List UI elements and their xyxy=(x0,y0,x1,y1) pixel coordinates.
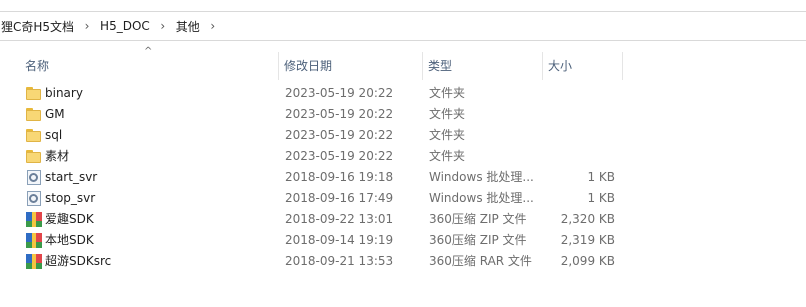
file-type: 360压缩 RAR 文件 xyxy=(429,254,532,268)
file-type: 文件夹 xyxy=(429,86,466,100)
file-size xyxy=(544,146,615,167)
file-date: 2018-09-14 19:19 xyxy=(285,233,394,247)
file-name: sql xyxy=(45,128,63,142)
file-name: 爱趣SDK xyxy=(45,212,94,226)
archive-icon xyxy=(26,233,42,248)
file-type: Windows 批处理... xyxy=(429,170,534,184)
file-size: 1 KB xyxy=(587,191,615,205)
batch-file-icon xyxy=(26,170,42,185)
breadcrumb-label: H5_DOC xyxy=(100,19,150,33)
breadcrumb-item[interactable]: 狸C奇H5文档 xyxy=(0,12,78,40)
file-row[interactable]: 爱趣SDK 2018-09-22 13:01 360压缩 ZIP 文件 2,32… xyxy=(0,209,806,230)
file-row[interactable]: start_svr 2018-09-16 19:18 Windows 批处理..… xyxy=(0,167,806,188)
column-header-name[interactable]: 名称 xyxy=(21,51,278,79)
column-divider[interactable] xyxy=(278,52,279,80)
folder-icon xyxy=(26,149,42,164)
file-name: GM xyxy=(45,107,65,121)
folder-icon xyxy=(26,128,42,143)
file-date: 2023-05-19 20:22 xyxy=(285,86,394,100)
chevron-right-icon[interactable]: › xyxy=(154,19,172,33)
file-type: 360压缩 ZIP 文件 xyxy=(429,233,527,247)
column-header-date[interactable]: 修改日期 xyxy=(280,51,422,79)
archive-icon xyxy=(26,254,42,269)
file-name: stop_svr xyxy=(45,191,96,205)
file-name: start_svr xyxy=(45,170,98,184)
column-divider[interactable] xyxy=(422,52,423,80)
chevron-right-icon[interactable]: › xyxy=(204,19,222,33)
file-size xyxy=(544,125,615,146)
folder-icon xyxy=(26,86,42,101)
file-row[interactable]: binary 2023-05-19 20:22 文件夹 xyxy=(0,83,806,104)
file-row[interactable]: 本地SDK 2018-09-14 19:19 360压缩 ZIP 文件 2,31… xyxy=(0,230,806,251)
file-date: 2018-09-21 13:53 xyxy=(285,254,394,268)
file-date: 2018-09-16 19:18 xyxy=(285,170,394,184)
file-date: 2018-09-22 13:01 xyxy=(285,212,394,226)
file-date: 2023-05-19 20:22 xyxy=(285,149,394,163)
file-row[interactable]: GM 2023-05-19 20:22 文件夹 xyxy=(0,104,806,125)
column-divider[interactable] xyxy=(542,52,543,80)
file-row[interactable]: 素材 2023-05-19 20:22 文件夹 xyxy=(0,146,806,167)
file-date: 2018-09-16 17:49 xyxy=(285,191,394,205)
column-header-type[interactable]: 类型 xyxy=(424,51,542,79)
column-header-size[interactable]: 大小 xyxy=(544,51,622,79)
file-type: 360压缩 ZIP 文件 xyxy=(429,212,527,226)
file-type: 文件夹 xyxy=(429,107,466,121)
column-divider[interactable] xyxy=(622,52,623,80)
file-size xyxy=(544,83,615,104)
archive-icon xyxy=(26,212,42,227)
file-row[interactable]: sql 2023-05-19 20:22 文件夹 xyxy=(0,125,806,146)
file-name: 素材 xyxy=(45,149,70,163)
column-headers: ^ 名称 修改日期 类型 大小 xyxy=(0,46,806,80)
window-top-strip xyxy=(0,0,806,10)
file-type: 文件夹 xyxy=(429,149,466,163)
file-name: binary xyxy=(45,86,83,100)
file-type: Windows 批处理... xyxy=(429,191,534,205)
file-size: 1 KB xyxy=(587,170,615,184)
breadcrumb-label: 狸C奇H5文档 xyxy=(1,19,75,34)
file-date: 2023-05-19 20:22 xyxy=(285,128,394,142)
file-date: 2023-05-19 20:22 xyxy=(285,107,394,121)
breadcrumb-item[interactable]: H5_DOC xyxy=(96,12,154,40)
file-type: 文件夹 xyxy=(429,128,466,142)
file-row[interactable]: stop_svr 2018-09-16 17:49 Windows 批处理...… xyxy=(0,188,806,209)
file-name: 超游SDKsrc xyxy=(45,254,112,268)
file-size: 2,319 KB xyxy=(560,233,615,247)
chevron-right-icon[interactable]: › xyxy=(78,19,96,33)
file-name: 本地SDK xyxy=(45,233,94,247)
file-size xyxy=(544,104,615,125)
breadcrumb: 狸C奇H5文档 › H5_DOC › 其他 › xyxy=(0,11,806,41)
file-row[interactable]: 超游SDKsrc 2018-09-21 13:53 360压缩 RAR 文件 2… xyxy=(0,251,806,272)
file-list: binary 2023-05-19 20:22 文件夹 GM 2023-05-1… xyxy=(0,83,806,272)
file-size: 2,320 KB xyxy=(560,212,615,226)
batch-file-icon xyxy=(26,191,42,206)
breadcrumb-label: 其他 xyxy=(175,19,200,34)
file-size: 2,099 KB xyxy=(560,254,615,268)
breadcrumb-item[interactable]: 其他 xyxy=(172,12,204,40)
folder-icon xyxy=(26,107,42,122)
